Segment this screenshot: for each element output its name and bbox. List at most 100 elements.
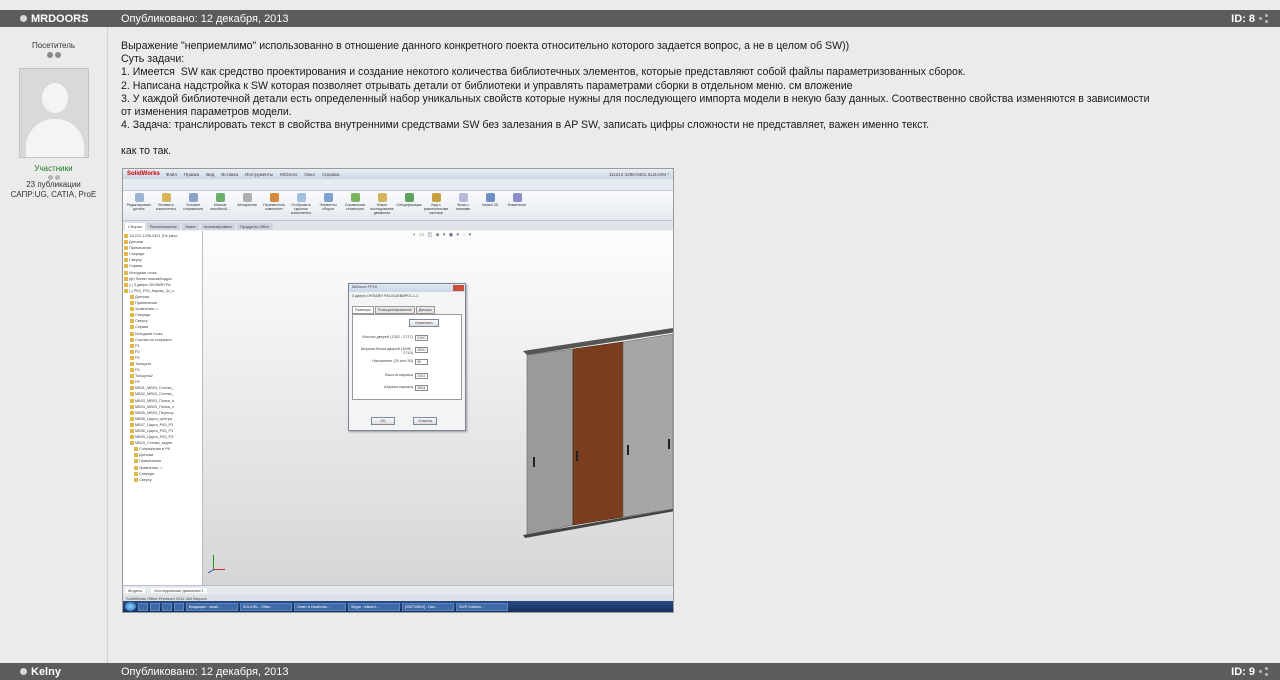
sw-menu: Файл Правка Вид Вставка Инструменты MrDo… <box>166 172 340 177</box>
dialog-subtitle: 3 двери ОНЛАЙН РА1041ЕВВР01-1-1 <box>352 294 419 298</box>
param-row: Высота каркаса 2402 <box>355 373 465 381</box>
ok-button[interactable]: OK <box>371 417 395 425</box>
taskbar-task[interactable]: Ответ в Свойства... <box>294 602 346 611</box>
ribbon-button[interactable]: Новое исследование движения <box>370 193 394 218</box>
dialog-title: MrDoors FFSS <box>349 284 465 292</box>
param-input[interactable]: 2600 <box>415 347 428 353</box>
ribbon-button[interactable]: Изменение <box>505 193 529 218</box>
taskbar-task[interactable]: Входящие - small... <box>186 602 238 611</box>
sw-tab[interactable]: Эскиз <box>181 223 199 230</box>
taskbar-task[interactable]: SOLIDW... Office... <box>240 602 292 611</box>
ribbon-button[interactable]: Instant 3D <box>478 193 502 218</box>
member-role: Участники <box>34 164 73 173</box>
door-handle <box>627 445 629 455</box>
attached-screenshot[interactable]: SolidWorks Файл Правка Вид Вставка Инстр… <box>122 168 674 613</box>
3d-viewport[interactable]: ◐ ▭ ◫ ◈ ▾ ◉ ▾ ◌ ▾ MrDoors FFSS 3 двери О… <box>203 231 673 585</box>
author-label[interactable]: MRDOORS <box>31 13 88 25</box>
sw-tab[interactable]: Продукты Office <box>236 223 273 230</box>
menu-item[interactable]: Справка <box>322 172 340 177</box>
param-value: 2604 <box>415 385 428 391</box>
ribbon-button[interactable]: Условие сопряжения <box>181 193 205 218</box>
taskbar-icon[interactable] <box>150 602 160 611</box>
sliding-doors-model <box>523 328 673 538</box>
taskbar-icon[interactable] <box>162 602 172 611</box>
post-count: 23 публикации <box>26 180 81 189</box>
taskbar-task[interactable]: SWS Solution... <box>456 602 508 611</box>
change-button[interactable]: Изменить <box>409 319 439 327</box>
post-id[interactable]: ID: 8 <box>1231 13 1280 25</box>
menu-item[interactable]: Файл <box>166 172 177 177</box>
view-toolbar[interactable]: ◐ ▭ ◫ ◈ ▾ ◉ ▾ ◌ ▾ <box>413 232 472 238</box>
model-tab[interactable]: Модель <box>125 588 146 593</box>
body-line: от изменения параметров модели. <box>121 106 292 119</box>
door-left <box>526 348 574 536</box>
taskbar-task[interactable]: Skype - wilson1... <box>348 602 400 611</box>
param-input[interactable]: 2400 <box>415 335 428 341</box>
author-name[interactable]: MRDOORS <box>0 13 108 25</box>
ribbon-button[interactable]: Справочная геометрия <box>343 193 367 218</box>
author-name[interactable]: Kelny <box>0 666 108 678</box>
sw-quick-toolbar <box>123 179 673 191</box>
cad-systems: САПР:UG, CATIA, ProE <box>10 190 97 199</box>
dialog-tab[interactable]: Декоры <box>415 306 436 314</box>
model-tab[interactable]: Исследование движения 1 <box>151 588 207 593</box>
online-status-icon <box>20 668 27 675</box>
menu-item[interactable]: Правка <box>184 172 199 177</box>
menu-item[interactable]: MrDoors <box>280 172 297 177</box>
ribbon-button[interactable]: Переместить компонент <box>262 193 286 218</box>
author-label[interactable]: Kelny <box>31 666 61 678</box>
sw-tab[interactable]: Сборка <box>125 223 145 230</box>
ribbon-button[interactable]: Вид с разнесенными частями <box>424 193 448 218</box>
param-label: Ширина каркаса <box>384 385 413 389</box>
param-label: Высота каркаса <box>385 373 413 377</box>
menu-item[interactable]: Окно <box>304 172 314 177</box>
param-label: Высота дверей (1302 - 2717) <box>362 335 413 339</box>
post-id-label[interactable]: ID: 8 <box>1231 13 1255 25</box>
param-row: Высота дверей (1302 - 2717) 2400 <box>355 335 465 343</box>
param-row: Наложение (20 или 30) 30 <box>355 359 465 367</box>
close-icon[interactable] <box>453 285 464 291</box>
sw-ribbon: Редактировать деталь Вставить компоненты… <box>123 191 673 221</box>
tree-node[interactable]: Сверху <box>124 477 201 483</box>
taskbar-icon[interactable] <box>174 602 184 611</box>
sw-tab[interactable]: Расположение <box>146 223 180 230</box>
param-row: Ширина блока дверей (1696 - 2743) 2600 <box>355 347 465 355</box>
taskbar-icon[interactable] <box>138 602 148 611</box>
avatar[interactable] <box>18 68 89 158</box>
ribbon-button[interactable]: Элементы сборки <box>316 193 340 218</box>
sw-titlebar: SolidWorks Файл Правка Вид Вставка Инстр… <box>123 169 673 179</box>
share-icon[interactable] <box>1259 14 1268 23</box>
dialog-tab[interactable]: Размеры <box>352 306 374 314</box>
online-status-icon <box>20 15 27 22</box>
ribbon-button[interactable]: Массив линейный... <box>208 193 232 218</box>
post-date: Опубликовано: 12 декабря, 2013 <box>121 12 289 25</box>
sw-window-title: 111212-1296-0401.SLDASM * <box>608 171 669 177</box>
post-date: Опубликовано: 12 декабря, 2013 <box>121 665 289 678</box>
ribbon-button[interactable]: Эскиз с линиями <box>451 193 475 218</box>
dialog-tab[interactable]: Позиционирование <box>374 306 415 314</box>
ribbon-button[interactable]: Спецификация <box>396 193 422 218</box>
dialog-panel: Изменить Высота дверей (1302 - 2717) 240… <box>352 314 462 400</box>
feature-tree[interactable]: 111212-1296-0401 (По умол Датчики Примеч… <box>123 231 203 585</box>
taskbar-task[interactable]: [200719610] - Окн... <box>402 602 454 611</box>
body-line: 4. Задача: транслировать текст в свойств… <box>121 119 930 132</box>
ribbon-button[interactable]: Редактировать деталь <box>127 193 151 218</box>
axis-triad <box>207 553 227 574</box>
param-select[interactable]: 30 <box>415 359 428 365</box>
menu-item[interactable]: Инструменты <box>245 172 273 177</box>
closing-line: как то так. <box>121 145 172 158</box>
cancel-button[interactable]: Отмена <box>413 417 437 425</box>
mrdoors-dialog[interactable]: MrDoors FFSS 3 двери ОНЛАЙН РА1041ЕВВР01… <box>348 283 466 431</box>
ribbon-button[interactable]: Автокрепеж <box>235 193 259 218</box>
menu-item[interactable]: Вставка <box>221 172 238 177</box>
post-id-label[interactable]: ID: 9 <box>1231 666 1255 678</box>
avatar-body-shape <box>25 119 84 157</box>
sw-tab[interactable]: Анализировать <box>200 223 235 230</box>
ribbon-button[interactable]: Отобразить скрытые компоненты <box>289 193 313 218</box>
start-button-icon[interactable] <box>125 602 136 611</box>
post-id[interactable]: ID: 9 <box>1231 666 1280 678</box>
ribbon-button[interactable]: Вставить компоненты <box>154 193 178 218</box>
param-row: Ширина каркаса 2604 <box>355 385 465 393</box>
menu-item[interactable]: Вид <box>206 172 214 177</box>
param-label: Наложение (20 или 30) <box>372 359 413 363</box>
